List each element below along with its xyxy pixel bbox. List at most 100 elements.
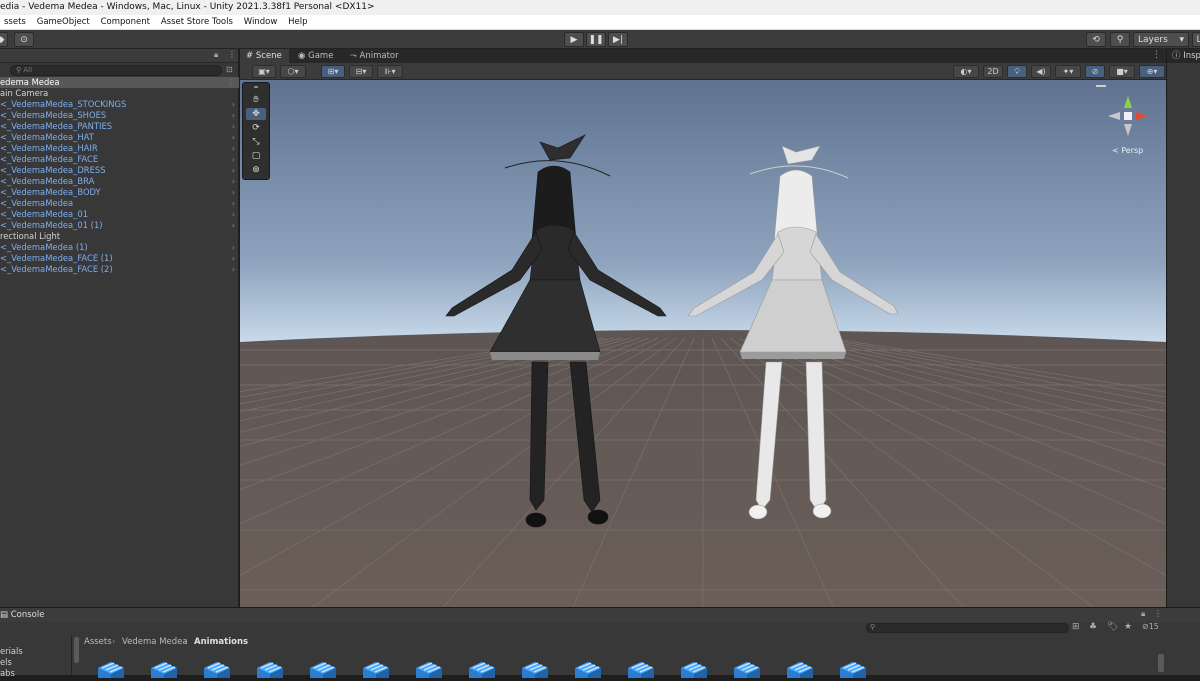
lock-icon[interactable]: 🔒︎ [214, 50, 218, 60]
hierarchy-item[interactable]: rectional Light [0, 231, 239, 242]
chevron-right-icon[interactable]: › [232, 187, 235, 198]
hierarchy-item[interactable]: <_VedemaMedea_FACE › [0, 154, 239, 165]
scale-tool-button[interactable]: ⤡ [246, 136, 266, 148]
pause-button[interactable]: ❚❚ [586, 32, 606, 47]
tab-game[interactable]: ◉ Game [292, 49, 340, 63]
menu-item-window[interactable]: Window [240, 15, 282, 30]
animation-asset-icon[interactable] [465, 660, 499, 678]
layout-dropdown[interactable]: L [1192, 32, 1200, 47]
menu-item-component[interactable]: Component [97, 15, 154, 30]
chevron-right-icon[interactable]: › [232, 209, 235, 220]
hierarchy-item[interactable]: <_VedemaMedea_FACE (1) › [0, 253, 239, 264]
toggle-2d-button[interactable]: 2D [983, 65, 1003, 78]
kebab-menu-icon[interactable]: ⋮ [228, 50, 236, 59]
menu-item-assets[interactable]: ssets [0, 15, 30, 30]
chevron-right-icon[interactable]: › [232, 99, 235, 110]
hierarchy-search-input[interactable]: ⚲ All [10, 65, 222, 76]
folder-tree-scrollbar[interactable] [74, 637, 79, 663]
animation-asset-icon[interactable] [306, 660, 340, 678]
hierarchy-item[interactable]: <_VedemaMedea_PANTIES › [0, 121, 239, 132]
breadcrumb-assets[interactable]: Assets [84, 637, 112, 647]
tab-animator[interactable]: ⤳ Animator [344, 49, 406, 63]
account-button[interactable]: ◆ [0, 32, 8, 47]
hierarchy-item[interactable]: <_VedemaMedea_BODY › [0, 187, 239, 198]
hierarchy-item[interactable]: <_VedemaMedea › [0, 198, 239, 209]
layers-dropdown[interactable]: Layers ▾ [1133, 32, 1189, 47]
scene-kebab-icon[interactable]: ⋮ [1152, 50, 1161, 60]
effects-dropdown[interactable]: ✦▾ [1055, 65, 1081, 78]
hidden-objects-toggle[interactable]: ⊘ [1085, 65, 1105, 78]
hierarchy-item[interactable]: <_VedemaMedea_DRESS › [0, 165, 239, 176]
pivot-dropdown[interactable]: ⬡▾ [280, 65, 306, 78]
animation-asset-icon[interactable] [730, 660, 764, 678]
scene-kebab-icon[interactable]: ⋮ [227, 77, 235, 88]
hidden-packages-counter[interactable]: ⊘15 [1142, 622, 1159, 631]
folder-tree-item[interactable]: erials [0, 646, 71, 657]
audio-toggle[interactable]: ◀) [1031, 65, 1051, 78]
animation-asset-icon[interactable] [253, 660, 287, 678]
folder-tree-item[interactable]: abs [0, 668, 71, 679]
animation-asset-icon[interactable] [624, 660, 658, 678]
grid-snap-dropdown[interactable]: ⊞▾ [321, 65, 345, 78]
breadcrumb-vedema-medea[interactable]: Vedema Medea [122, 637, 188, 647]
undo-history-button[interactable]: ⟲ [1086, 32, 1106, 47]
chevron-right-icon[interactable]: › [232, 242, 235, 253]
snap-increment-dropdown[interactable]: ⊟▾ [349, 65, 373, 78]
menu-item-gameobject[interactable]: GameObject [33, 15, 94, 30]
draw-mode-dropdown[interactable]: ▣▾ [252, 65, 276, 78]
animation-asset-icon[interactable] [571, 660, 605, 678]
hierarchy-item[interactable]: <_VedemaMedea_HAT › [0, 132, 239, 143]
animation-asset-icon[interactable] [783, 660, 817, 678]
shading-mode-dropdown[interactable]: ◐▾ [953, 65, 979, 78]
project-search-input[interactable]: ⚲ [866, 623, 1069, 633]
search-button[interactable]: ⚲ [1110, 32, 1130, 47]
chevron-right-icon[interactable]: › [232, 165, 235, 176]
animation-asset-icon[interactable] [147, 660, 181, 678]
tab-inspector[interactable]: ⓘ Insp [1167, 49, 1200, 63]
chevron-right-icon[interactable]: › [232, 220, 235, 231]
gizmo-drag-handle[interactable] [1096, 85, 1106, 87]
tab-scene[interactable]: # Scene [240, 49, 289, 63]
breadcrumb-animations[interactable]: Animations [194, 637, 248, 647]
chevron-right-icon[interactable]: › [232, 176, 235, 187]
scene-viewport[interactable]: < Persp [240, 80, 1166, 607]
hierarchy-item[interactable]: ain Camera [0, 88, 239, 99]
overlay-drag-handle[interactable]: ═ [246, 84, 266, 91]
menu-item-asset-store-tools[interactable]: Asset Store Tools [157, 15, 237, 30]
animation-asset-icon[interactable] [359, 660, 393, 678]
hierarchy-item[interactable]: <_VedemaMedea_FACE (2) › [0, 264, 239, 275]
filter-label-icon[interactable]: 🏷︎ [1107, 622, 1118, 632]
grid-visibility-dropdown[interactable]: ⊪▾ [377, 65, 403, 78]
console-lock-icon[interactable]: 🔒︎ [1141, 609, 1145, 619]
hierarchy-item[interactable]: edema Medea ⋮ [0, 77, 239, 88]
animation-asset-icon[interactable] [94, 660, 128, 678]
create-asset-icon[interactable]: ⊞ [1072, 622, 1080, 632]
step-button[interactable]: ▶| [608, 32, 628, 47]
chevron-right-icon[interactable]: › [232, 253, 235, 264]
chevron-right-icon[interactable]: › [232, 121, 235, 132]
move-tool-button[interactable]: ✥ [246, 108, 266, 120]
menu-item-help[interactable]: Help [284, 15, 311, 30]
hierarchy-item[interactable]: <_VedemaMedea_BRA › [0, 176, 239, 187]
animation-asset-icon[interactable] [412, 660, 446, 678]
lighting-toggle[interactable]: 💡︎ [1007, 65, 1027, 78]
chevron-right-icon[interactable]: › [232, 110, 235, 121]
rotate-tool-button[interactable]: ⟳ [246, 122, 266, 134]
scene-camera-dropdown[interactable]: ■▾ [1109, 65, 1135, 78]
hierarchy-item[interactable]: <_VedemaMedea_STOCKINGS › [0, 99, 239, 110]
cloud-button[interactable]: ⊙ [14, 32, 34, 47]
asset-grid-scrollbar[interactable] [1158, 654, 1164, 672]
filter-type-icon[interactable]: ♣ [1089, 622, 1097, 632]
play-button[interactable]: ▶ [564, 32, 584, 47]
console-kebab-icon[interactable]: ⋮ [1154, 609, 1162, 618]
gizmos-dropdown[interactable]: ⊕▾ [1139, 65, 1165, 78]
tab-console[interactable]: ▤ Console [0, 608, 51, 622]
rect-tool-button[interactable]: ▢ [246, 150, 266, 162]
chevron-right-icon[interactable]: › [232, 132, 235, 143]
chevron-right-icon[interactable]: › [232, 264, 235, 275]
hierarchy-item[interactable]: <_VedemaMedea_SHOES › [0, 110, 239, 121]
folder-tree-item[interactable]: els [0, 657, 71, 668]
animation-asset-icon[interactable] [200, 660, 234, 678]
chevron-right-icon[interactable]: › [232, 198, 235, 209]
hierarchy-item[interactable]: <_VedemaMedea_01 › [0, 209, 239, 220]
